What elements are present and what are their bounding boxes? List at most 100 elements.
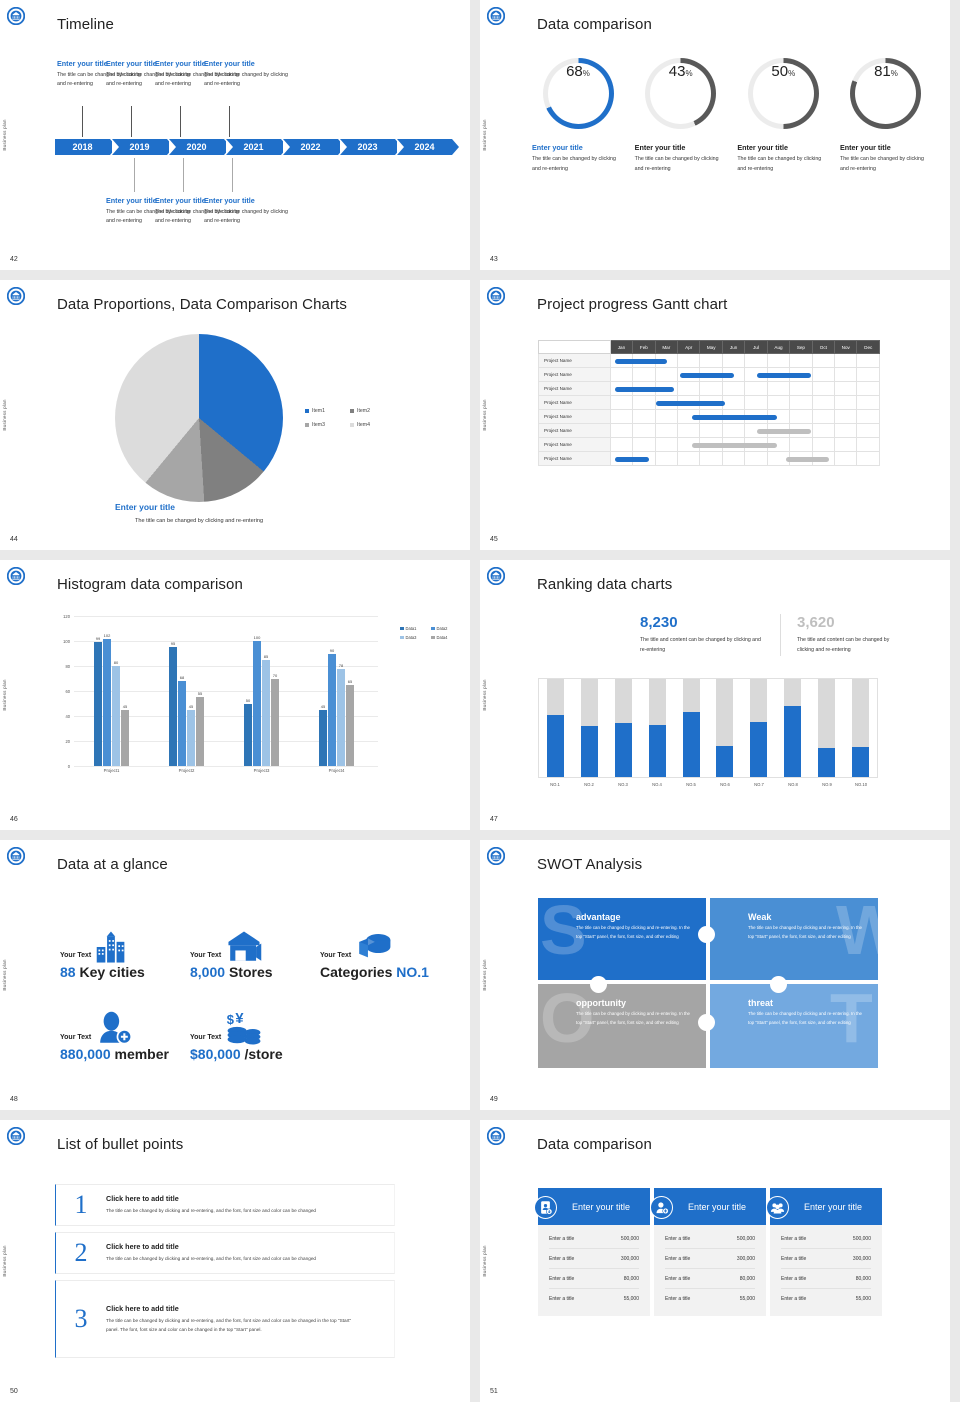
user-add-icon[interactable] <box>650 1196 673 1219</box>
glance-number: NO.1 <box>396 964 429 980</box>
gantt-cell <box>722 396 744 410</box>
timeline-year-2024[interactable]: 2024 <box>397 139 452 155</box>
ring-value: 68 <box>566 63 583 80</box>
histogram-bar[interactable]: 70 <box>271 679 279 767</box>
histogram-bar[interactable]: 45 <box>319 710 327 766</box>
ranking-labels: NO.1NO.2NO.3NO.4NO.5NO.6NO.7NO.8NO.9NO.1… <box>538 782 878 787</box>
bullet-desc: The title can be changed by clicking and… <box>106 1206 356 1215</box>
x-axis-tick: Project2 <box>167 768 207 773</box>
gantt-cell <box>678 396 700 410</box>
gantt-cell <box>857 354 880 368</box>
page-title: Data comparison <box>537 16 652 33</box>
data-card-row: Enter a title55,000 <box>781 1289 871 1308</box>
row-value: 80,000 <box>856 1276 871 1282</box>
row-value: 80,000 <box>740 1276 755 1282</box>
gantt-cell <box>700 424 722 438</box>
gantt-cell <box>857 382 880 396</box>
histogram-bar[interactable]: 55 <box>196 697 204 766</box>
ring-gauge-item: 68%Enter your titleThe title can be chan… <box>532 58 624 174</box>
histogram-bar[interactable]: 68 <box>178 681 186 766</box>
donut-legend-item: Item3 <box>305 422 350 428</box>
donut-ring <box>115 334 283 502</box>
glance-label: Your Text <box>190 952 221 959</box>
coins-icon: $¥ <box>225 1010 263 1045</box>
ring-desc: The title can be changed by clicking and… <box>840 155 932 174</box>
timeline-year-2021[interactable]: 2021 <box>226 139 281 155</box>
gantt-cell <box>812 410 834 424</box>
row-value: 55,000 <box>740 1296 755 1302</box>
swot-quadrant-O[interactable]: OopportunityThe title can be changed by … <box>538 984 706 1068</box>
timeline-year-2018[interactable]: 2018 <box>55 139 110 155</box>
gantt-cell <box>857 410 880 424</box>
user-group-icon[interactable] <box>766 1196 789 1219</box>
gantt-cell <box>610 396 632 410</box>
bank-logo-icon <box>7 287 25 305</box>
bullet-item[interactable]: 3Click here to add titleThe title can be… <box>55 1280 395 1358</box>
ranking-column[interactable] <box>683 679 700 777</box>
donut-chart: Enter your titleThe title can be changed… <box>115 334 283 502</box>
page-title: Project progress Gantt chart <box>537 296 727 313</box>
swot-desc: The title can be changed by clicking and… <box>576 1010 694 1028</box>
timeline-card-top: Enter your titleThe title can be changed… <box>204 59 296 90</box>
coins-icon: $¥ <box>225 1010 263 1044</box>
histogram-bar[interactable]: 45 <box>187 710 195 766</box>
side-label: Business plan <box>2 1245 7 1276</box>
histogram-bar[interactable]: 95 <box>169 647 177 766</box>
gantt-cell <box>678 424 700 438</box>
histogram-bar[interactable]: 85 <box>262 660 270 766</box>
swot-quadrant-T[interactable]: TthreatThe title can be changed by click… <box>710 984 878 1068</box>
ranking-column[interactable] <box>852 679 869 777</box>
gantt-month-Aug: Aug <box>767 341 789 354</box>
timeline-year-2020[interactable]: 2020 <box>169 139 224 155</box>
gantt-cell <box>812 396 834 410</box>
glance-value: 8,000 Stores <box>190 964 273 980</box>
ranking-column[interactable] <box>649 679 666 777</box>
store-icon <box>225 928 263 963</box>
side-label: Business plan <box>482 399 487 430</box>
bar-value-label: 50 <box>246 698 250 703</box>
histogram-bar[interactable]: 80 <box>112 666 120 766</box>
swot-quadrant-W[interactable]: WWeakThe title can be changed by clickin… <box>710 898 878 982</box>
gantt-cell <box>767 410 789 424</box>
gantt-cell <box>812 438 834 452</box>
data-card-body: Enter a title500,000Enter a title300,000… <box>538 1225 650 1316</box>
bullet-item[interactable]: 1Click here to add titleThe title can be… <box>55 1184 395 1226</box>
ring-title: Enter your title <box>635 143 727 152</box>
x-axis-tick: Project4 <box>317 768 357 773</box>
timeline-year-2019[interactable]: 2019 <box>112 139 167 155</box>
gantt-cell <box>655 396 677 410</box>
histogram-bar[interactable]: 45 <box>121 710 129 766</box>
histogram-bar[interactable]: 99 <box>94 642 102 766</box>
bar-value-label: 45 <box>123 704 127 709</box>
ranking-column[interactable] <box>716 679 733 777</box>
histogram-bar[interactable]: 65 <box>346 685 354 766</box>
gantt-cell <box>745 424 767 438</box>
timeline-year-2022[interactable]: 2022 <box>283 139 338 155</box>
id-card-download-icon[interactable] <box>534 1196 557 1219</box>
ranking-label: NO.9 <box>812 782 842 787</box>
histogram-bar[interactable]: 50 <box>244 704 252 767</box>
swot-quadrant-S[interactable]: SadvantageThe title can be changed by cl… <box>538 898 706 982</box>
histogram-bar[interactable]: 78 <box>337 669 345 767</box>
puzzle-knob <box>590 976 607 993</box>
gantt-cell <box>700 410 722 424</box>
histogram-bar[interactable]: 90 <box>328 654 336 767</box>
row-label: Enter a title <box>549 1296 574 1302</box>
donut-legend-item: Item1 <box>305 408 350 414</box>
ranking-column[interactable] <box>547 679 564 777</box>
ranking-column[interactable] <box>750 679 767 777</box>
ranking-column[interactable] <box>615 679 632 777</box>
bullet-item[interactable]: 2Click here to add titleThe title can be… <box>55 1232 395 1274</box>
timeline-tick <box>183 158 184 192</box>
histogram-bar[interactable]: 102 <box>103 639 111 767</box>
histogram-bar[interactable]: 100 <box>253 641 261 766</box>
ranking-column[interactable] <box>581 679 598 777</box>
ranking-column[interactable] <box>784 679 801 777</box>
ranking-column[interactable] <box>818 679 835 777</box>
timeline-year-2023[interactable]: 2023 <box>340 139 395 155</box>
y-axis-tick: 40 <box>48 714 70 719</box>
ranking-label: NO.2 <box>574 782 604 787</box>
ring-value: 50 <box>771 63 788 80</box>
row-label: Enter a title <box>781 1256 806 1262</box>
ring-percent-sign: % <box>891 69 898 78</box>
